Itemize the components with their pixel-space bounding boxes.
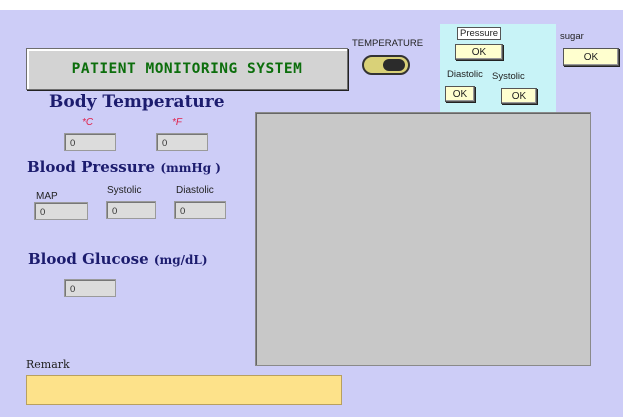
toggle-knob-icon — [383, 59, 405, 71]
systolic-field[interactable]: 0 — [106, 201, 156, 219]
blood-pressure-heading: Blood Pressure (mmHg ) — [27, 158, 221, 176]
celsius-label: *C — [82, 117, 94, 128]
systolic-ok-button[interactable]: OK — [501, 88, 537, 104]
remark-label: Remark — [26, 358, 70, 371]
app-title: PATIENT MONITORING SYSTEM — [26, 48, 348, 90]
map-label: MAP — [36, 191, 58, 202]
sugar-label: sugar — [560, 31, 584, 42]
fahrenheit-label: *F — [172, 117, 182, 128]
remark-field[interactable] — [26, 375, 342, 405]
diastolic-button-label: Diastolic — [447, 69, 483, 80]
top-strip — [0, 0, 623, 10]
systolic-button-label: Systolic — [492, 71, 525, 82]
systolic-label: Systolic — [107, 185, 142, 196]
graph-display — [255, 112, 591, 366]
blood-glucose-title: Blood Glucose — [28, 250, 149, 268]
temperature-toggle-label: TEMPERATURE — [352, 38, 424, 49]
diastolic-field[interactable]: 0 — [174, 201, 226, 219]
diastolic-ok-button[interactable]: OK — [445, 86, 475, 102]
sugar-ok-button[interactable]: OK — [563, 48, 619, 66]
blood-pressure-title: Blood Pressure — [27, 158, 156, 176]
pressure-ok-button[interactable]: OK — [455, 44, 503, 60]
glucose-field[interactable]: 0 — [64, 279, 116, 297]
map-field[interactable]: 0 — [34, 202, 88, 220]
body-temperature-heading: Body Temperature — [49, 92, 225, 112]
blood-pressure-unit: (mmHg ) — [160, 161, 221, 175]
temperature-toggle[interactable] — [362, 55, 410, 75]
diastolic-label: Diastolic — [176, 185, 214, 196]
celsius-field[interactable]: 0 — [64, 133, 116, 151]
pressure-panel: Pressure OK Diastolic Systolic OK OK — [440, 24, 556, 112]
blood-glucose-unit: (mg/dL) — [153, 253, 208, 267]
pressure-label: Pressure — [457, 27, 502, 40]
fahrenheit-field[interactable]: 0 — [156, 133, 208, 151]
blood-glucose-heading: Blood Glucose (mg/dL) — [28, 250, 208, 268]
